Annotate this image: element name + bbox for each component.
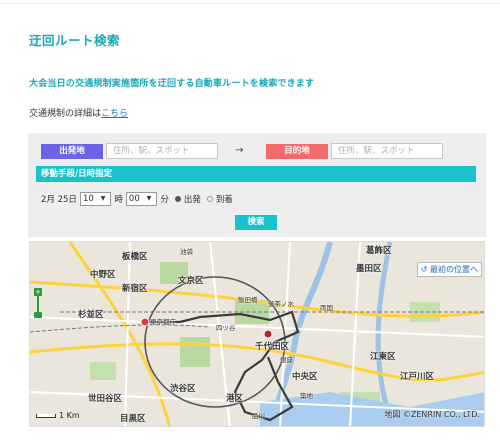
destination-input[interactable] [331,143,443,159]
scale-bar [36,413,56,418]
zoom-control: + [34,288,42,322]
map-label: 東京都庁 [150,318,176,326]
map-label: 渋谷区 [170,384,196,394]
top-rule [0,0,500,4]
origin-input[interactable] [106,143,218,159]
hour-select[interactable]: 10 ▼ [79,191,112,206]
destination-label: 目的地 [266,144,328,159]
map-label: 港区 [226,394,244,404]
datetime-row: 2月 25日 10 ▼ 時 00 ▼ 分 出発 到着 [41,191,236,206]
start-marker [140,317,150,327]
map-label: 飯田橋 [238,296,258,304]
map-label: 江東区 [370,352,396,362]
hour-value: 10 [82,193,94,204]
map-label: 葛飾区 [366,246,392,256]
search-button[interactable]: 検索 [235,215,277,230]
minute-unit: 分 [160,194,169,205]
map-label: 銀座 [280,356,293,364]
arrive-radio[interactable] [206,195,213,202]
rail-line [30,324,211,333]
page-title: 迂回ルート検索 [29,33,121,48]
scale-label: 1 Km [59,411,80,420]
map-label: 御茶ノ水 [268,300,294,308]
goal-marker [263,329,273,339]
map-label: 文京区 [178,276,204,286]
depart-radio[interactable] [174,195,181,202]
hour-unit: 時 [114,194,123,205]
zoom-in-button[interactable]: + [34,288,42,296]
details-link[interactable]: こちら [101,109,128,119]
map-copyright: 地図 ©ZENRIN CO., LTD. [384,410,480,419]
map-view[interactable]: 文京区 中野区 新宿区 杉並区 渋谷区 世田谷区 目黒区 千代田区 中央区 港区… [29,241,485,427]
origin-label: 出発地 [41,144,103,159]
map-label: 池袋 [180,248,193,256]
reset-position-button[interactable]: ↺ 最初の位置へ [416,262,482,277]
map-label: 板橋区 [122,252,148,262]
park-area [180,337,210,367]
minute-value: 00 [128,193,140,204]
map-label: 江戸川区 [400,372,435,382]
arrow-icon: → [235,145,244,156]
map-label: 墨田区 [356,264,382,274]
map-label: 千代田区 [255,342,290,352]
details-prefix: 交通規制の詳細は [29,109,102,119]
park-area [90,362,116,380]
depart-label: 出発 [183,194,201,205]
chevron-down-icon: ▼ [100,195,106,202]
search-panel: 出発地 → 目的地 移動手段/日時指定 2月 25日 10 ▼ 時 00 ▼ 分 出… [28,133,486,237]
map-label: 品川 [252,412,265,420]
map-scale: 1 Km [36,411,80,420]
chevron-down-icon: ▼ [146,195,152,202]
zoom-slider-handle[interactable] [34,312,42,318]
map-label: 目黒区 [120,414,146,424]
map-label: 四ツ谷 [216,324,236,332]
map-label: 中央区 [292,372,318,382]
map-label: 築地 [300,392,313,400]
conditions-header[interactable]: 移動手段/日時指定 [36,166,476,182]
map-label: 世田谷区 [88,394,123,404]
page-description: 大会当日の交通規制実施箇所を迂回する自動車ルートを検索できます [29,79,315,89]
reset-position-label: 最初の位置へ [430,265,478,274]
map-label: 中野区 [90,270,116,280]
arrive-label: 到着 [215,194,233,205]
undo-icon: ↺ [420,265,428,274]
map-label: 杉並区 [78,310,104,320]
details-line: 交通規制の詳細はこちら [29,106,128,119]
date-text: 2月 25日 [41,194,77,205]
minute-select[interactable]: 00 ▼ [125,191,158,206]
map-label: 両国 [320,304,333,312]
map-label: 新宿区 [122,284,148,294]
